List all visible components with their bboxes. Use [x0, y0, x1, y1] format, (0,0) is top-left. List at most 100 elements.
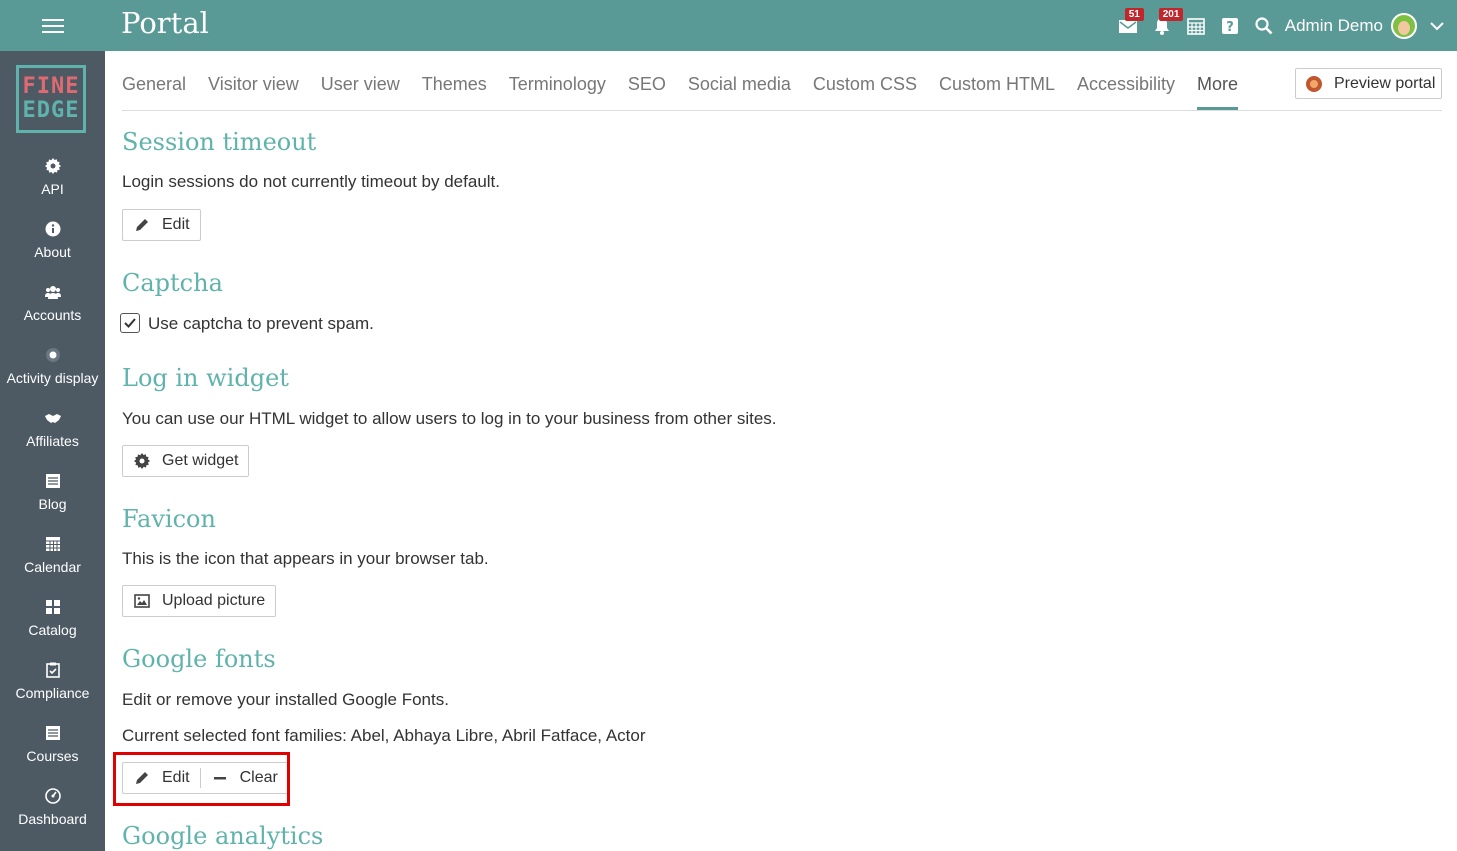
google-fonts-clear-label: Clear [239, 769, 278, 786]
messages-button[interactable]: 51 [1111, 0, 1145, 51]
fine-edge-logo[interactable]: FINE EDGE [16, 65, 86, 133]
sidebar-item-dashboard[interactable]: Dashboard [0, 782, 105, 845]
dot-icon [45, 348, 60, 362]
captcha-checkbox[interactable] [120, 313, 140, 333]
logo-text-bottom: EDGE [22, 98, 80, 123]
get-widget-button[interactable]: Get widget [122, 445, 250, 477]
upload-picture-button[interactable]: Upload picture [122, 585, 277, 617]
tabs-divider [122, 110, 1442, 111]
user-menu-toggle[interactable] [1417, 0, 1457, 51]
minus-icon [213, 777, 226, 780]
blog-icon [45, 474, 60, 488]
google-fonts-button-group: Edit Clear [122, 762, 289, 794]
top-icons: 51 201 ? Admin Demo [1111, 0, 1457, 51]
google-fonts-edit-button[interactable]: Edit [123, 763, 190, 793]
svg-text:?: ? [1226, 20, 1234, 35]
sidebar-item-label: About [34, 244, 71, 260]
tab-seo[interactable]: SEO [628, 62, 666, 110]
google-fonts-text: Edit or remove your installed Google Fon… [122, 690, 449, 709]
tab-accessibility[interactable]: Accessibility [1077, 62, 1175, 110]
top-bar: Portal 51 201 ? Admin Demo [0, 0, 1457, 51]
sidebar-item-affiliates[interactable]: Affiliates [0, 404, 105, 467]
image-icon [134, 594, 150, 608]
google-fonts-edit-label: Edit [162, 769, 190, 786]
sidebar: FINE EDGE API About Accounts Activity di… [0, 51, 105, 851]
sidebar-item-about[interactable]: About [0, 215, 105, 278]
google-fonts-current: Current selected font families: Abel, Ab… [122, 726, 646, 745]
sidebar-item-blog[interactable]: Blog [0, 467, 105, 530]
pencil-icon [136, 219, 148, 231]
session-edit-button[interactable]: Edit [122, 209, 201, 241]
google-fonts-clear-button[interactable]: Clear [201, 763, 288, 793]
section-title-favicon: Favicon [122, 505, 216, 533]
help-button[interactable]: ? [1213, 0, 1247, 51]
tab-terminology[interactable]: Terminology [509, 62, 606, 110]
users-icon [44, 286, 61, 299]
page-title: Portal [121, 6, 209, 40]
chevron-down-icon [1430, 21, 1444, 30]
upload-picture-label: Upload picture [162, 592, 266, 609]
section-title-google-fonts: Google fonts [122, 645, 276, 673]
messages-badge: 51 [1124, 8, 1144, 21]
checklist-icon [45, 662, 60, 678]
sidebar-item-compliance[interactable]: Compliance [0, 656, 105, 719]
sidebar-item-activity-display[interactable]: Activity display [0, 341, 105, 404]
handshake-icon [44, 414, 61, 423]
sidebar-item-calendar[interactable]: Calendar [0, 530, 105, 593]
pencil-icon [136, 772, 148, 784]
sidebar-item-label: Calendar [24, 559, 81, 575]
checkmark-icon [124, 318, 136, 328]
tab-custom-css[interactable]: Custom CSS [813, 62, 917, 110]
sidebar-item-label: Blog [38, 496, 67, 512]
sidebar-item-accounts[interactable]: Accounts [0, 278, 105, 341]
captcha-label: Use captcha to prevent spam. [148, 314, 374, 333]
sidebar-item-label: Courses [26, 748, 79, 764]
tab-social-media[interactable]: Social media [688, 62, 791, 110]
sidebar-item-label: Catalog [28, 622, 77, 638]
avatar[interactable] [1391, 12, 1417, 39]
get-widget-label: Get widget [162, 452, 239, 469]
globe-icon [1306, 75, 1322, 92]
sidebar-item-label: API [41, 181, 64, 197]
sidebar-item-label: Dashboard [18, 811, 87, 827]
search-icon [1255, 16, 1273, 34]
tab-more[interactable]: More [1197, 62, 1239, 110]
hamburger-icon [41, 17, 64, 35]
menu-button[interactable] [0, 0, 105, 51]
courses-icon [45, 726, 60, 740]
sidebar-item-catalog[interactable]: Catalog [0, 593, 105, 656]
sidebar-item-courses[interactable]: Courses [0, 719, 105, 782]
dashboard-icon [44, 788, 61, 804]
section-title-google-analytics: Google analytics [122, 822, 324, 850]
calendar-button[interactable] [1179, 0, 1213, 51]
gear-icon [44, 158, 61, 174]
tab-custom-html[interactable]: Custom HTML [939, 62, 1055, 110]
grid-icon [45, 600, 60, 614]
calendar-icon [45, 537, 60, 551]
session-edit-label: Edit [162, 216, 190, 233]
tab-visitor-view[interactable]: Visitor view [208, 62, 299, 110]
preview-portal-button[interactable]: Preview portal [1295, 68, 1442, 99]
sidebar-item-api[interactable]: API [0, 152, 105, 215]
notifications-button[interactable]: 201 [1145, 0, 1184, 51]
session-timeout-text: Login sessions do not currently timeout … [122, 172, 500, 191]
calendar-grid-icon [1186, 17, 1205, 35]
settings-tabs: General Visitor view User view Themes Te… [122, 62, 1260, 110]
login-widget-text: You can use our HTML widget to allow use… [122, 409, 777, 428]
section-title-login-widget: Log in widget [122, 364, 289, 392]
preview-portal-label: Preview portal [1334, 74, 1436, 92]
sidebar-item-label: Affiliates [26, 433, 79, 449]
sidebar-item-label: Activity display [6, 370, 99, 386]
favicon-text: This is the icon that appears in your br… [122, 549, 489, 568]
tab-user-view[interactable]: User view [321, 62, 400, 110]
user-name[interactable]: Admin Demo [1285, 16, 1383, 36]
gear-icon [134, 453, 150, 469]
sidebar-item-label: Accounts [23, 307, 82, 323]
logo-text-top: FINE [22, 74, 80, 99]
search-button[interactable] [1247, 0, 1281, 51]
tab-themes[interactable]: Themes [422, 62, 487, 110]
section-title-session-timeout: Session timeout [122, 128, 317, 156]
sidebar-item-label: Compliance [15, 685, 90, 701]
tab-general[interactable]: General [122, 62, 186, 110]
section-title-captcha: Captcha [122, 269, 223, 297]
